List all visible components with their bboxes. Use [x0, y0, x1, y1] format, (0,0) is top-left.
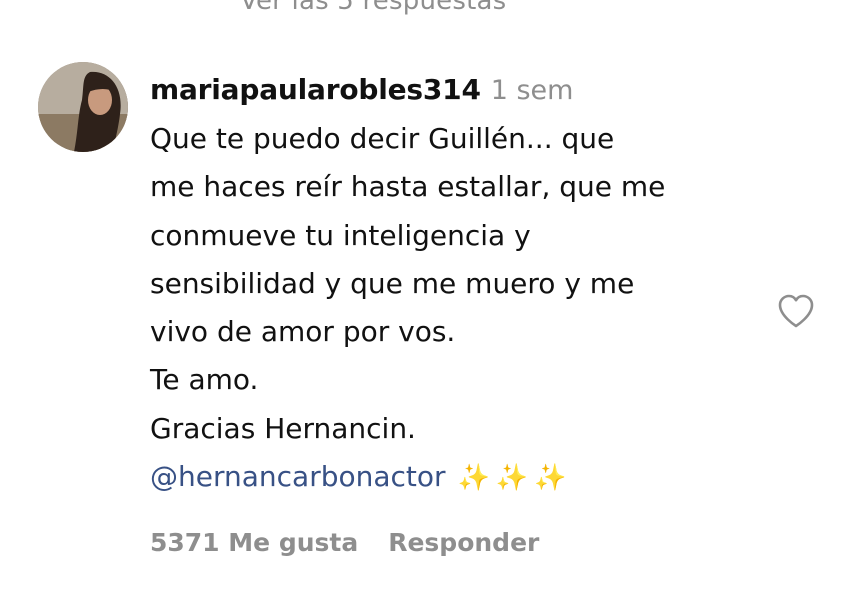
- timestamp[interactable]: 1 sem: [491, 75, 574, 106]
- view-replies-link[interactable]: Ver las 5 respuestas: [240, 0, 506, 16]
- sparkles-emoji: ✨✨✨: [457, 463, 573, 494]
- mention-link[interactable]: @hernancarbonactor: [150, 460, 446, 493]
- comment: mariapaularobles314 1 sem Que te puedo de…: [150, 66, 760, 502]
- likes-count-button[interactable]: 5371 Me gusta: [150, 528, 358, 557]
- reply-button[interactable]: Responder: [388, 528, 539, 557]
- comment-header: mariapaularobles314 1 sem: [150, 66, 760, 115]
- comment-actions: 5371 Me gusta Responder: [150, 528, 539, 557]
- heart-outline-icon[interactable]: [776, 292, 816, 330]
- avatar[interactable]: [38, 62, 128, 152]
- username-link[interactable]: mariapaularobles314: [150, 73, 481, 106]
- mention-line: @hernancarbonactor ✨✨✨: [150, 453, 760, 502]
- avatar-photo-icon: [38, 62, 128, 152]
- comment-text: Que te puedo decir Guillén... que me hac…: [150, 122, 666, 445]
